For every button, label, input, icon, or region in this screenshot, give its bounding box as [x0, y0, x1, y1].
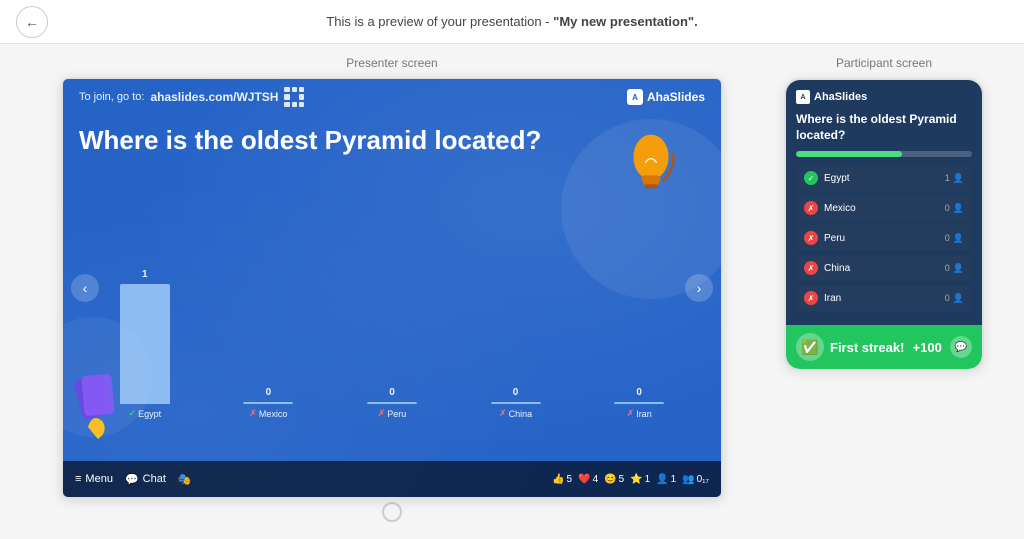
top-bar: ← This is a preview of your presentation… [0, 0, 1024, 44]
prev-slide-button[interactable]: ‹ [71, 274, 99, 302]
slide-header: To join, go to: ahaslides.com/WJTSH A Ah… [63, 79, 721, 115]
phone-aha-logo: A AhaSlides [796, 90, 972, 104]
reaction-person: 👤1 [656, 474, 676, 485]
ahaslides-logo: A AhaSlides [627, 89, 705, 105]
left-illustration [73, 367, 133, 447]
chart-area: 1 ✓Egypt 0 ✗Mexico 0 ✗Peru [83, 249, 701, 449]
bar-rect-mexico [243, 402, 293, 404]
slide-frame: To join, go to: ahaslides.com/WJTSH A Ah… [62, 78, 722, 498]
bar-china: 0 ✗China [454, 387, 578, 419]
presenter-label: Presenter screen [346, 56, 437, 70]
bar-rect-iran [614, 402, 664, 404]
answer-iran: ✗ Iran 0 👤 [796, 285, 972, 311]
wrong-icon-mexico: ✗ [804, 201, 818, 215]
toolbar-left: ≡ Menu 💬 Chat 🎭 [75, 473, 192, 486]
main-content: Presenter screen [0, 44, 1024, 539]
wrong-icon-iran: ✗ [804, 291, 818, 305]
chat-icon: 💬 [125, 473, 139, 486]
wrong-icon-china: ✗ [804, 261, 818, 275]
reaction-star: ⭐1 [630, 474, 650, 485]
reaction-heart: ❤️4 [578, 474, 598, 485]
join-info: To join, go to: ahaslides.com/WJTSH [79, 87, 304, 107]
bar-rect-peru [367, 402, 417, 404]
back-button[interactable]: ← [16, 6, 48, 38]
streak-left: ✅ First streak! [796, 333, 904, 361]
chat-button[interactable]: 💬 Chat [125, 473, 166, 486]
emoji-button[interactable]: 🎭 [178, 473, 192, 486]
wrong-icon-peru: ✗ [804, 231, 818, 245]
streak-chat-icon: 💬 [950, 336, 972, 358]
streak-banner: ✅ First streak! +100 💬 [786, 325, 982, 369]
lightbulb-icon [611, 129, 691, 209]
progress-fill [796, 151, 902, 157]
chart-bars: 1 ✓Egypt 0 ✗Mexico 0 ✗Peru [83, 249, 701, 449]
connector-dot [382, 502, 402, 522]
phone-screen: A AhaSlides Where is the oldest Pyramid … [786, 80, 982, 325]
answer-peru: ✗ Peru 0 👤 [796, 225, 972, 251]
correct-icon: ✓ [804, 171, 818, 185]
menu-button[interactable]: ≡ Menu [75, 473, 113, 485]
bar-iran: 0 ✗Iran [577, 387, 701, 419]
streak-points: +100 [913, 340, 942, 355]
next-slide-button[interactable]: › [685, 274, 713, 302]
phone-frame: A AhaSlides Where is the oldest Pyramid … [784, 78, 984, 371]
preview-text: This is a preview of your presentation -… [326, 14, 697, 29]
reaction-thumbs: 👍5 [552, 474, 572, 485]
phone-aha-icon: A [796, 90, 810, 104]
presenter-section: Presenter screen [30, 56, 754, 522]
streak-icon: ✅ [796, 333, 824, 361]
answer-china: ✗ China 0 👤 [796, 255, 972, 281]
participant-label: Participant screen [836, 56, 932, 70]
bar-mexico: 0 ✗Mexico [207, 387, 331, 419]
participant-section: Participant screen A AhaSlides Where is … [774, 56, 994, 371]
aha-logo-icon: A [627, 89, 643, 105]
answer-mexico: ✗ Mexico 0 👤 [796, 195, 972, 221]
phone-question: Where is the oldest Pyramid located? [796, 112, 972, 143]
bar-peru: 0 ✗Peru [330, 387, 454, 419]
streak-text: First streak! [830, 340, 904, 355]
reaction-smile: 😊5 [604, 474, 624, 485]
bar-rect-china [491, 402, 541, 404]
toolbar-right: 👍5 ❤️4 😊5 ⭐1 👤1 👥0₁₇ [552, 474, 709, 485]
emoji-icon: 🎭 [178, 473, 192, 486]
qr-code-icon [284, 87, 304, 107]
answer-egypt: ✓ Egypt 1 👤 [796, 165, 972, 191]
progress-bar [796, 151, 972, 157]
reaction-people: 👥0₁₇ [682, 474, 709, 485]
slide-toolbar: ≡ Menu 💬 Chat 🎭 👍5 ❤️4 😊5 ⭐1 [63, 461, 721, 497]
hamburger-icon: ≡ [75, 473, 81, 485]
